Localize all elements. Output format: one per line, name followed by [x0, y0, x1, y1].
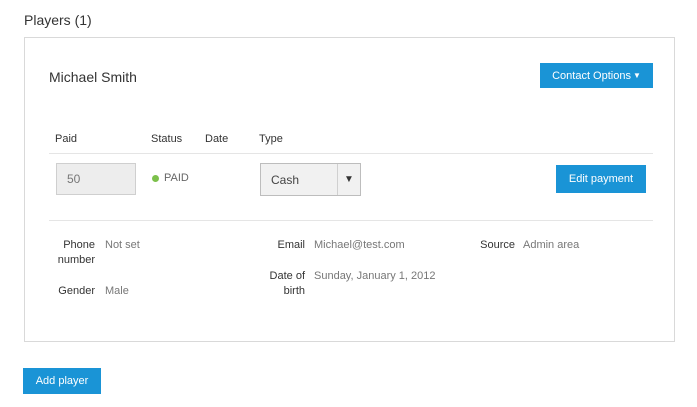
header-divider	[49, 153, 653, 154]
phone-label: Phone number	[57, 239, 95, 266]
contact-options-label: Contact Options	[552, 69, 631, 82]
chevron-down-icon: ▼	[632, 71, 641, 80]
paid-amount-input[interactable]	[56, 163, 136, 195]
details-divider	[49, 220, 653, 221]
header-date: Date	[205, 133, 229, 145]
dob-value: Sunday, January 1, 2012	[314, 270, 436, 282]
status-dot-icon	[152, 174, 159, 182]
email-label: Email	[277, 239, 305, 251]
source-value: Admin area	[523, 239, 580, 251]
add-player-button[interactable]: Add player	[23, 368, 101, 394]
chevron-down-icon: ▼	[337, 164, 360, 195]
status-text: PAID	[164, 172, 189, 184]
status-badge: PAID	[152, 172, 189, 184]
player-name: Michael Smith	[49, 69, 137, 85]
email-value: Michael@test.com	[314, 239, 405, 251]
contact-options-button[interactable]: Contact Options ▼	[540, 63, 653, 88]
source-label: Source	[480, 239, 515, 251]
header-paid: Paid	[55, 133, 78, 145]
gender-value: Male	[105, 285, 129, 297]
section-title: Players (1)	[24, 12, 92, 28]
header-status: Status	[151, 133, 183, 145]
edit-payment-button[interactable]: Edit payment	[556, 165, 646, 193]
dob-label: Date of birth	[269, 270, 305, 297]
player-card: Michael Smith Contact Options ▼ Paid Sta…	[24, 37, 675, 342]
payment-type-value: Cash	[271, 172, 300, 187]
payment-type-select[interactable]: Cash ▼	[260, 163, 361, 196]
gender-label: Gender	[58, 285, 95, 297]
header-type: Type	[259, 133, 283, 145]
phone-value: Not set	[105, 239, 140, 251]
